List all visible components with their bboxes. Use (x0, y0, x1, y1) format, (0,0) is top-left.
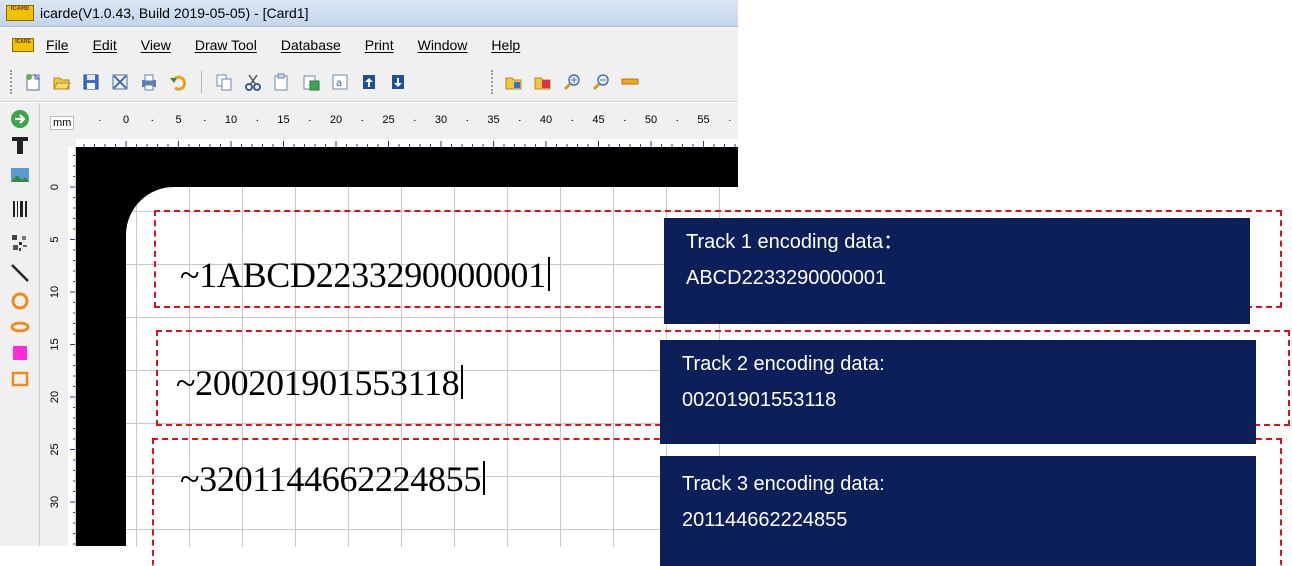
folder-icon[interactable] (504, 72, 524, 92)
track-2-info-box: Track 2 encoding data: 00201901553118 (660, 340, 1256, 444)
ruler-top-label: 35 (487, 114, 499, 126)
track-1-info-label: Track 1 encoding data： (686, 231, 904, 253)
ruler-top-band (76, 139, 738, 147)
circle-tool-icon[interactable] (10, 291, 30, 311)
paste-icon[interactable] (272, 72, 292, 92)
ruler-top-dot: · (623, 115, 626, 126)
ruler-top-label: 0 (123, 114, 129, 126)
rect-tool-icon[interactable] (10, 369, 30, 389)
ruler-top-label: 30 (435, 114, 447, 126)
ruler-top-label: 25 (382, 114, 394, 126)
toolbar-grip-2[interactable] (491, 69, 494, 94)
menu-view[interactable]: View (141, 37, 171, 53)
close-doc-icon[interactable] (110, 72, 130, 92)
print-icon[interactable] (139, 72, 159, 92)
go-icon[interactable] (10, 109, 30, 129)
zoom-in-icon[interactable] (562, 72, 582, 92)
app-logo-small-icon[interactable]: ICARE (12, 38, 34, 52)
menu-window[interactable]: Window (418, 37, 468, 53)
ruler-left-label: 5 (49, 236, 61, 242)
toolbar-separator (201, 70, 202, 93)
image-tool-icon[interactable] (10, 165, 30, 185)
ruler-left-label: 25 (49, 443, 61, 455)
track-3-info-box: Track 3 encoding data: 201144662224855 (660, 456, 1256, 566)
toolbar-grip[interactable] (10, 69, 13, 94)
ruler-top-dot: · (98, 115, 101, 126)
menu-print[interactable]: Print (365, 37, 394, 53)
ruler-left: 0 5 10 15 20 25 30 (40, 147, 76, 546)
ruler-top-dot: · (361, 115, 364, 126)
ruler-top-scale: 0· · 5· · 10· · 15· · 20· · 25· · 30· · 35· · 40· · 45· · 50… (76, 114, 738, 147)
copy-icon[interactable] (214, 72, 234, 92)
line-tool-icon[interactable] (10, 263, 30, 283)
ruler-top-label: 45 (592, 114, 604, 126)
track-3-info-label: Track 3 encoding data: (682, 473, 885, 495)
align-bottom-icon[interactable] (388, 72, 408, 92)
zoom-out-icon[interactable] (591, 72, 611, 92)
text-tool-icon[interactable] (10, 135, 30, 155)
ruler-top-dot: · (728, 115, 731, 126)
cut-icon[interactable] (243, 72, 263, 92)
barcode-tool-icon[interactable] (10, 199, 30, 219)
track-1-info-box: Track 1 encoding data： ABCD2233290000001 (664, 218, 1250, 324)
ruler-left-label: 30 (49, 496, 61, 508)
ruler-left-band (68, 147, 75, 546)
ruler-icon[interactable] (620, 72, 640, 92)
ruler-top-label: 15 (277, 114, 289, 126)
ruler-top-dot: · (571, 115, 574, 126)
ruler-top-label: 10 (225, 114, 237, 126)
menu-draw-tool[interactable]: Draw Tool (195, 37, 257, 53)
draw-tool-strip (0, 103, 40, 546)
toolbar: a (0, 62, 738, 102)
ruler-top-label: 5 (175, 114, 181, 126)
ruler-top-dot: · (308, 115, 311, 126)
fill-rect-tool-icon[interactable] (10, 343, 30, 363)
ruler-top-dot: · (413, 115, 416, 126)
undo-icon[interactable] (168, 72, 188, 92)
app-logo-icon: ICARE (6, 5, 34, 21)
new-icon[interactable] (23, 72, 43, 92)
ruler-left-scale: 0 5 10 15 20 25 30 (49, 147, 75, 546)
menu-database[interactable]: Database (281, 37, 341, 53)
ruler-top: 0 · · 5 · · 10 · · 15 · · 20 · · 25 · · 30 · · 35 · · 40 · · 45 · · 50… (40, 103, 738, 147)
insert-field-icon[interactable]: a (330, 72, 350, 92)
track-1-info-value: ABCD2233290000001 (686, 267, 887, 289)
track-3-info-value: 201144662224855 (682, 509, 848, 531)
menu-help[interactable]: Help (491, 37, 520, 53)
window-title: icarde(V1.0.43, Build 2019-05-05) - [Car… (40, 5, 309, 21)
paste-special-icon[interactable] (301, 72, 321, 92)
ruler-top-dot: · (203, 115, 206, 126)
menu-file[interactable]: File (46, 37, 69, 53)
ruler-left-label: 15 (49, 338, 61, 350)
svg-text:a: a (336, 78, 342, 89)
ruler-top-dot: · (676, 115, 679, 126)
ruler-top-label: 50 (645, 114, 657, 126)
menu-edit[interactable]: Edit (93, 37, 117, 53)
qrcode-tool-icon[interactable] (10, 233, 30, 253)
track-2-info-value: 00201901553118 (682, 389, 837, 411)
ruler-left-label: 10 (49, 286, 61, 298)
image-icon[interactable] (533, 72, 553, 92)
ruler-top-dot: · (256, 115, 259, 126)
ruler-top-label: 55 (697, 114, 709, 126)
ruler-top-dot: · (151, 115, 154, 126)
save-icon[interactable] (81, 72, 101, 92)
menu-bar: ICARE File Edit View Draw Tool Database … (0, 28, 738, 62)
ellipse-tool-icon[interactable] (10, 317, 30, 337)
ruler-left-label: 0 (49, 184, 61, 190)
ruler-top-label: 40 (540, 114, 552, 126)
ruler-top-dot: · (518, 115, 521, 126)
align-top-icon[interactable] (359, 72, 379, 92)
ruler-top-label: 20 (330, 114, 342, 126)
ruler-unit[interactable]: mm (50, 116, 75, 130)
ruler-left-label: 20 (49, 391, 61, 403)
title-bar: ICARE icarde(V1.0.43, Build 2019-05-05) … (0, 0, 738, 27)
ruler-top-dot: · (466, 115, 469, 126)
track-2-info-label: Track 2 encoding data: (682, 353, 885, 375)
open-icon[interactable] (52, 72, 72, 92)
